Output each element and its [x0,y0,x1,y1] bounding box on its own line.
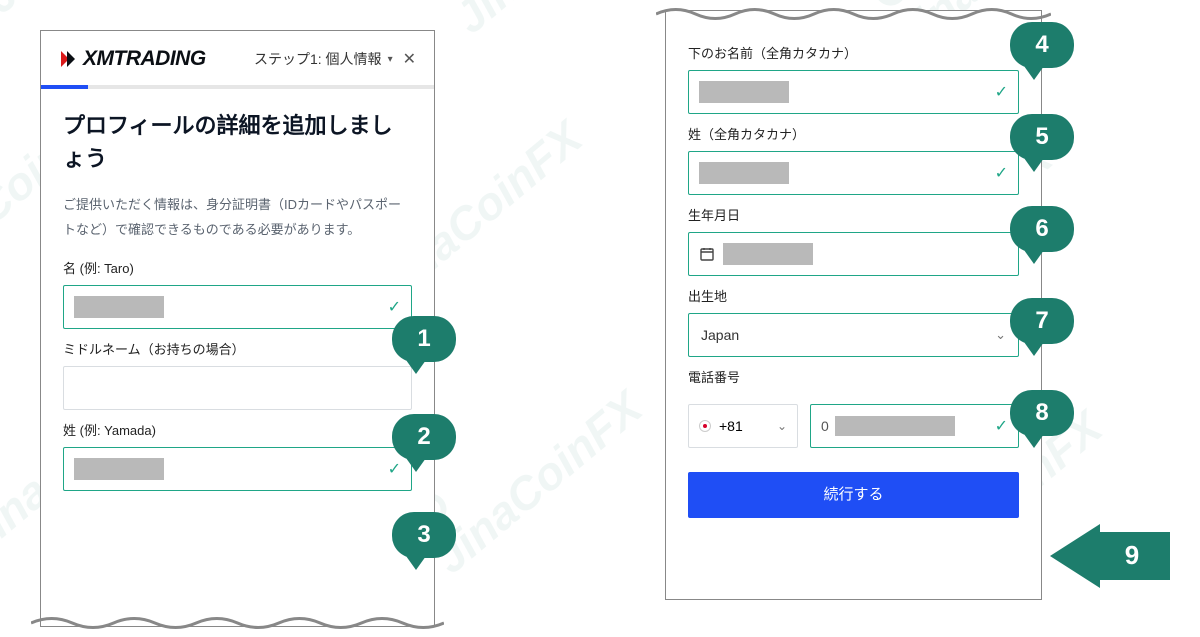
input-dob[interactable] [688,232,1019,276]
input-first-name-kana[interactable]: ✓ [688,70,1019,114]
field-last-name: 姓 (例: Yamada) ✓ [41,410,434,491]
country-code: +81 [719,418,743,434]
redacted-value [835,416,955,436]
check-icon: ✓ [388,459,401,479]
xmtrading-logo-text: XMTRADING [83,47,206,71]
callout-3: 3 [392,512,456,558]
callout-6: 6 [1010,206,1074,252]
field-first-name: 名 (例: Taro) ✓ [41,248,434,329]
label-dob: 生年月日 [688,205,1019,224]
japan-flag-icon [699,420,711,432]
redacted-value [699,162,789,184]
label-middle-name: ミドルネーム（お持ちの場合） [63,339,412,358]
input-middle-name[interactable] [63,366,412,410]
field-phone: 電話番号 [666,357,1041,386]
label-last-name: 姓 (例: Yamada) [63,420,412,439]
panel-profile-top: XMTRADING ステップ1: 個人情報 ▾ ✕ プロフィールの詳細を追加しま… [40,30,435,627]
callout-1: 1 [392,316,456,362]
page-title: プロフィールの詳細を追加しましょう [41,109,434,175]
chevron-down-icon: ▾ [388,54,393,65]
input-first-name[interactable]: ✓ [63,285,412,329]
select-birthplace[interactable]: Japan ⌄ [688,313,1019,357]
select-birthplace-value: Japan [701,327,739,343]
callout-7: 7 [1010,298,1074,344]
input-last-name[interactable]: ✓ [63,447,412,491]
label-phone: 電話番号 [688,367,1019,386]
progress-bar [41,85,434,89]
label-birthplace: 出生地 [688,286,1019,305]
field-birthplace: 出生地 Japan ⌄ [666,276,1041,357]
callout-4: 4 [1010,22,1074,68]
step-indicator[interactable]: ステップ1: 個人情報 ▾ [254,49,393,69]
field-first-name-kana: 下のお名前（全角カタカナ） ✓ [666,33,1041,114]
country-code-select[interactable]: +81 ⌄ [688,404,798,448]
xmtrading-logo: XMTRADING [59,47,206,71]
page-description: ご提供いただく情報は、身分証明書（IDカードやパスポートなど）で確認できるもので… [41,175,434,248]
redacted-value [74,458,164,480]
redacted-value [723,243,813,265]
chevron-down-icon: ⌄ [777,419,787,433]
input-phone[interactable]: 0 ✓ [810,404,1019,448]
callout-8: 8 [1010,390,1074,436]
step-label: ステップ1: 個人情報 [254,49,382,69]
check-icon: ✓ [995,416,1008,436]
check-icon: ✓ [995,82,1008,102]
input-last-name-kana[interactable]: ✓ [688,151,1019,195]
panel-profile-bottom: 下のお名前（全角カタカナ） ✓ 姓（全角カタカナ） ✓ 生年月日 出生地 Jap… [665,10,1042,600]
chevron-down-icon: ⌄ [995,327,1006,343]
continue-button-label: 続行する [823,486,883,503]
callout-9-arrow: 9 [1050,524,1170,588]
callout-9-label: 9 [1125,540,1139,570]
check-icon: ✓ [388,297,401,317]
label-first-name-kana: 下のお名前（全角カタカナ） [688,43,1019,62]
close-icon[interactable]: ✕ [403,49,416,69]
field-middle-name: ミドルネーム（お持ちの場合） [41,329,434,410]
redacted-value [699,81,789,103]
redacted-value [74,296,164,318]
torn-edge-top [656,5,1051,23]
xmtrading-arrows-icon [59,48,81,70]
field-dob: 生年月日 [666,195,1041,276]
phone-prefix: 0 [821,418,829,434]
panel-header: XMTRADING ステップ1: 個人情報 ▾ ✕ [41,31,434,71]
label-last-name-kana: 姓（全角カタカナ） [688,124,1019,143]
field-last-name-kana: 姓（全角カタカナ） ✓ [666,114,1041,195]
check-icon: ✓ [995,163,1008,183]
label-first-name: 名 (例: Taro) [63,258,412,277]
callout-2: 2 [392,414,456,460]
phone-row: +81 ⌄ 0 ✓ [666,394,1041,448]
torn-edge-bottom [31,614,444,632]
callout-5: 5 [1010,114,1074,160]
calendar-icon [699,246,715,262]
continue-button[interactable]: 続行する [688,472,1019,518]
